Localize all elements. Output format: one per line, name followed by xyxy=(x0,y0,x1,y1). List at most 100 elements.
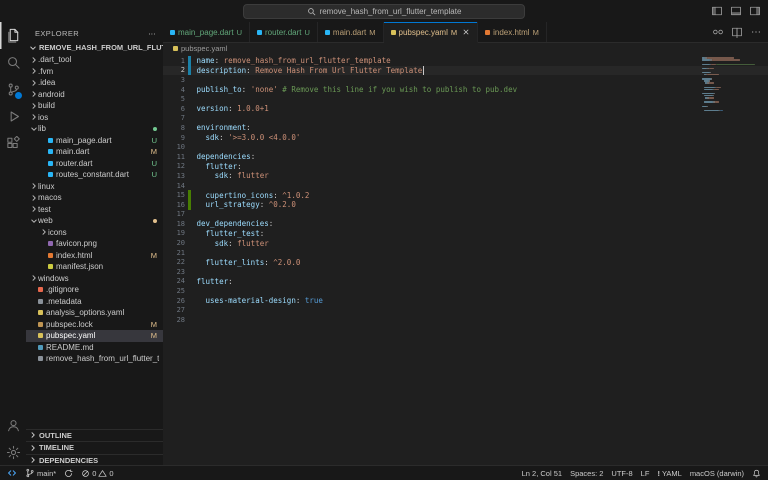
code-line-4[interactable]: 4publish_to: 'none' # Remove this line i… xyxy=(163,85,768,95)
tree-item-main-dart[interactable]: main.dartM xyxy=(26,146,163,158)
code-line-21[interactable]: 21 xyxy=(163,248,768,258)
dart-file-icon xyxy=(48,161,53,166)
tree-item-build[interactable]: build xyxy=(26,100,163,112)
code-line-16[interactable]: 16 url_strategy: ^0.2.0 xyxy=(163,200,768,210)
breadcrumb[interactable]: pubspec.yaml xyxy=(163,43,768,54)
tree-item-manifest-json[interactable]: manifest.json xyxy=(26,261,163,273)
code-line-13[interactable]: 13 sdk: flutter xyxy=(163,171,768,181)
statusbar-remote[interactable] xyxy=(3,466,21,480)
code-line-22[interactable]: 22 flutter_lints: ^2.0.0 xyxy=(163,257,768,267)
activitybar-source-control[interactable] xyxy=(0,76,26,103)
workspace-title: REMOVE_HASH_FROM_URL_FLUTTER_... xyxy=(39,43,163,52)
section-timeline[interactable]: TIMELINE xyxy=(26,441,163,454)
code-line-26[interactable]: 26 uses-material-design: true xyxy=(163,296,768,306)
code-line-14[interactable]: 14 xyxy=(163,181,768,191)
git-status-letter: M xyxy=(533,28,539,37)
open-changes-icon[interactable] xyxy=(712,26,724,38)
tab-index-html[interactable]: index.htmlM xyxy=(478,22,547,42)
tree-item-windows[interactable]: windows xyxy=(26,273,163,285)
txt-file-icon xyxy=(38,356,43,361)
tree-item-pubspec-yaml[interactable]: pubspec.yamlM xyxy=(26,330,163,342)
statusbar-notifications[interactable] xyxy=(748,466,765,480)
statusbar-sync[interactable] xyxy=(60,466,77,480)
line-number: 11 xyxy=(163,153,185,161)
code-line-1[interactable]: 1name: remove_hash_from_url_flutter_temp… xyxy=(163,56,768,66)
activitybar-extensions[interactable] xyxy=(0,130,26,157)
tree-item-fvm[interactable]: .fvm xyxy=(26,66,163,78)
code-line-23[interactable]: 23 xyxy=(163,267,768,277)
code-line-2[interactable]: 2description: Remove Hash From Url Flutt… xyxy=(163,66,768,76)
code-line-9[interactable]: 9 sdk: '>=3.0.0 <4.0.0' xyxy=(163,133,768,143)
tree-item-test[interactable]: test xyxy=(26,204,163,216)
statusbar-cursor-position[interactable]: Ln 2, Col 51 xyxy=(518,466,566,480)
tree-item-web[interactable]: web xyxy=(26,215,163,227)
tab-pubspec-yaml[interactable]: pubspec.yamlM xyxy=(384,22,479,43)
more-actions-icon[interactable] xyxy=(750,26,762,38)
tree-item-android[interactable]: android xyxy=(26,89,163,101)
statusbar-problems[interactable]: 00 xyxy=(77,466,117,480)
tree-item-routes-constant-dart[interactable]: routes_constant.dartU xyxy=(26,169,163,181)
code-line-27[interactable]: 27 xyxy=(163,305,768,315)
tree-item-remove-hash-from-url-flutter-te[interactable]: remove_hash_from_url_flutter_te... xyxy=(26,353,163,365)
code-line-18[interactable]: 18dev_dependencies: xyxy=(163,219,768,229)
extensions-icon xyxy=(6,136,21,151)
statusbar-branch[interactable]: main* xyxy=(21,466,60,480)
code-line-24[interactable]: 24flutter: xyxy=(163,277,768,287)
layout-panel-icon[interactable] xyxy=(730,5,742,17)
statusbar-encoding[interactable]: UTF-8 xyxy=(607,466,636,480)
tab-main-dart[interactable]: main.dartM xyxy=(318,22,384,42)
tree-item-ios[interactable]: ios xyxy=(26,112,163,124)
minimap[interactable] xyxy=(702,57,760,116)
tree-item-main-page-dart[interactable]: main_page.dartU xyxy=(26,135,163,147)
layout-secondary-sidebar-icon[interactable] xyxy=(749,5,761,17)
tree-item-macos[interactable]: macos xyxy=(26,192,163,204)
tree-item-readme-md[interactable]: README.md xyxy=(26,342,163,354)
tab-main-page-dart[interactable]: main_page.dartU xyxy=(163,22,250,42)
tree-item-favicon-png[interactable]: favicon.png xyxy=(26,238,163,250)
code-line-15[interactable]: 15 cupertino_icons: ^1.0.2 xyxy=(163,190,768,200)
tree-item-icons[interactable]: icons xyxy=(26,227,163,239)
statusbar-os[interactable]: macOS (darwin) xyxy=(686,466,748,480)
tree-item-linux[interactable]: linux xyxy=(26,181,163,193)
code-line-5[interactable]: 5 xyxy=(163,94,768,104)
code-line-28[interactable]: 28 xyxy=(163,315,768,325)
tree-item-dart-tool[interactable]: .dart_tool xyxy=(26,54,163,66)
code-line-11[interactable]: 11dependencies: xyxy=(163,152,768,162)
code-line-6[interactable]: 6version: 1.0.0+1 xyxy=(163,104,768,114)
activitybar-search[interactable] xyxy=(0,49,26,76)
more-actions-icon[interactable]: ⋯ xyxy=(148,29,156,38)
tree-item-index-html[interactable]: index.htmlM xyxy=(26,250,163,262)
code-line-12[interactable]: 12 flutter: xyxy=(163,162,768,172)
tab-router-dart[interactable]: router.dartU xyxy=(250,22,318,42)
statusbar-eol[interactable]: LF xyxy=(637,466,654,480)
activitybar-explorer[interactable] xyxy=(0,22,26,49)
workspace-section-header[interactable]: REMOVE_HASH_FROM_URL_FLUTTER_... xyxy=(26,41,163,54)
statusbar-language[interactable]: !YAML xyxy=(653,466,685,480)
tree-item-gitignore[interactable]: .gitignore xyxy=(26,284,163,296)
tree-item-router-dart[interactable]: router.dartU xyxy=(26,158,163,170)
code-line-17[interactable]: 17 xyxy=(163,210,768,220)
tree-item-pubspec-lock[interactable]: pubspec.lockM xyxy=(26,319,163,331)
code-line-8[interactable]: 8environment: xyxy=(163,123,768,133)
tree-item-idea[interactable]: .idea xyxy=(26,77,163,89)
tree-item-lib[interactable]: lib xyxy=(26,123,163,135)
code-line-7[interactable]: 7 xyxy=(163,114,768,124)
split-editor-icon[interactable] xyxy=(731,26,743,38)
section-outline[interactable]: OUTLINE xyxy=(26,429,163,442)
code-line-10[interactable]: 10 xyxy=(163,142,768,152)
command-center[interactable]: remove_hash_from_url_flutter_template xyxy=(243,4,525,19)
code-line-3[interactable]: 3 xyxy=(163,75,768,85)
activitybar-accounts[interactable] xyxy=(0,412,26,439)
code-line-19[interactable]: 19 flutter_test: xyxy=(163,229,768,239)
activitybar-settings[interactable] xyxy=(0,439,26,466)
code-line-20[interactable]: 20 sdk: flutter xyxy=(163,238,768,248)
activitybar-run-debug[interactable] xyxy=(0,103,26,130)
code-editor[interactable]: 1name: remove_hash_from_url_flutter_temp… xyxy=(163,54,768,466)
tree-item-metadata[interactable]: .metadata xyxy=(26,296,163,308)
statusbar-indentation[interactable]: Spaces: 2 xyxy=(566,466,607,480)
layout-sidebar-icon[interactable] xyxy=(711,5,723,17)
tree-item-analysis-options-yaml[interactable]: analysis_options.yaml xyxy=(26,307,163,319)
code-line-25[interactable]: 25 xyxy=(163,286,768,296)
chevron-right-icon xyxy=(29,444,37,452)
close-icon[interactable] xyxy=(462,28,470,36)
